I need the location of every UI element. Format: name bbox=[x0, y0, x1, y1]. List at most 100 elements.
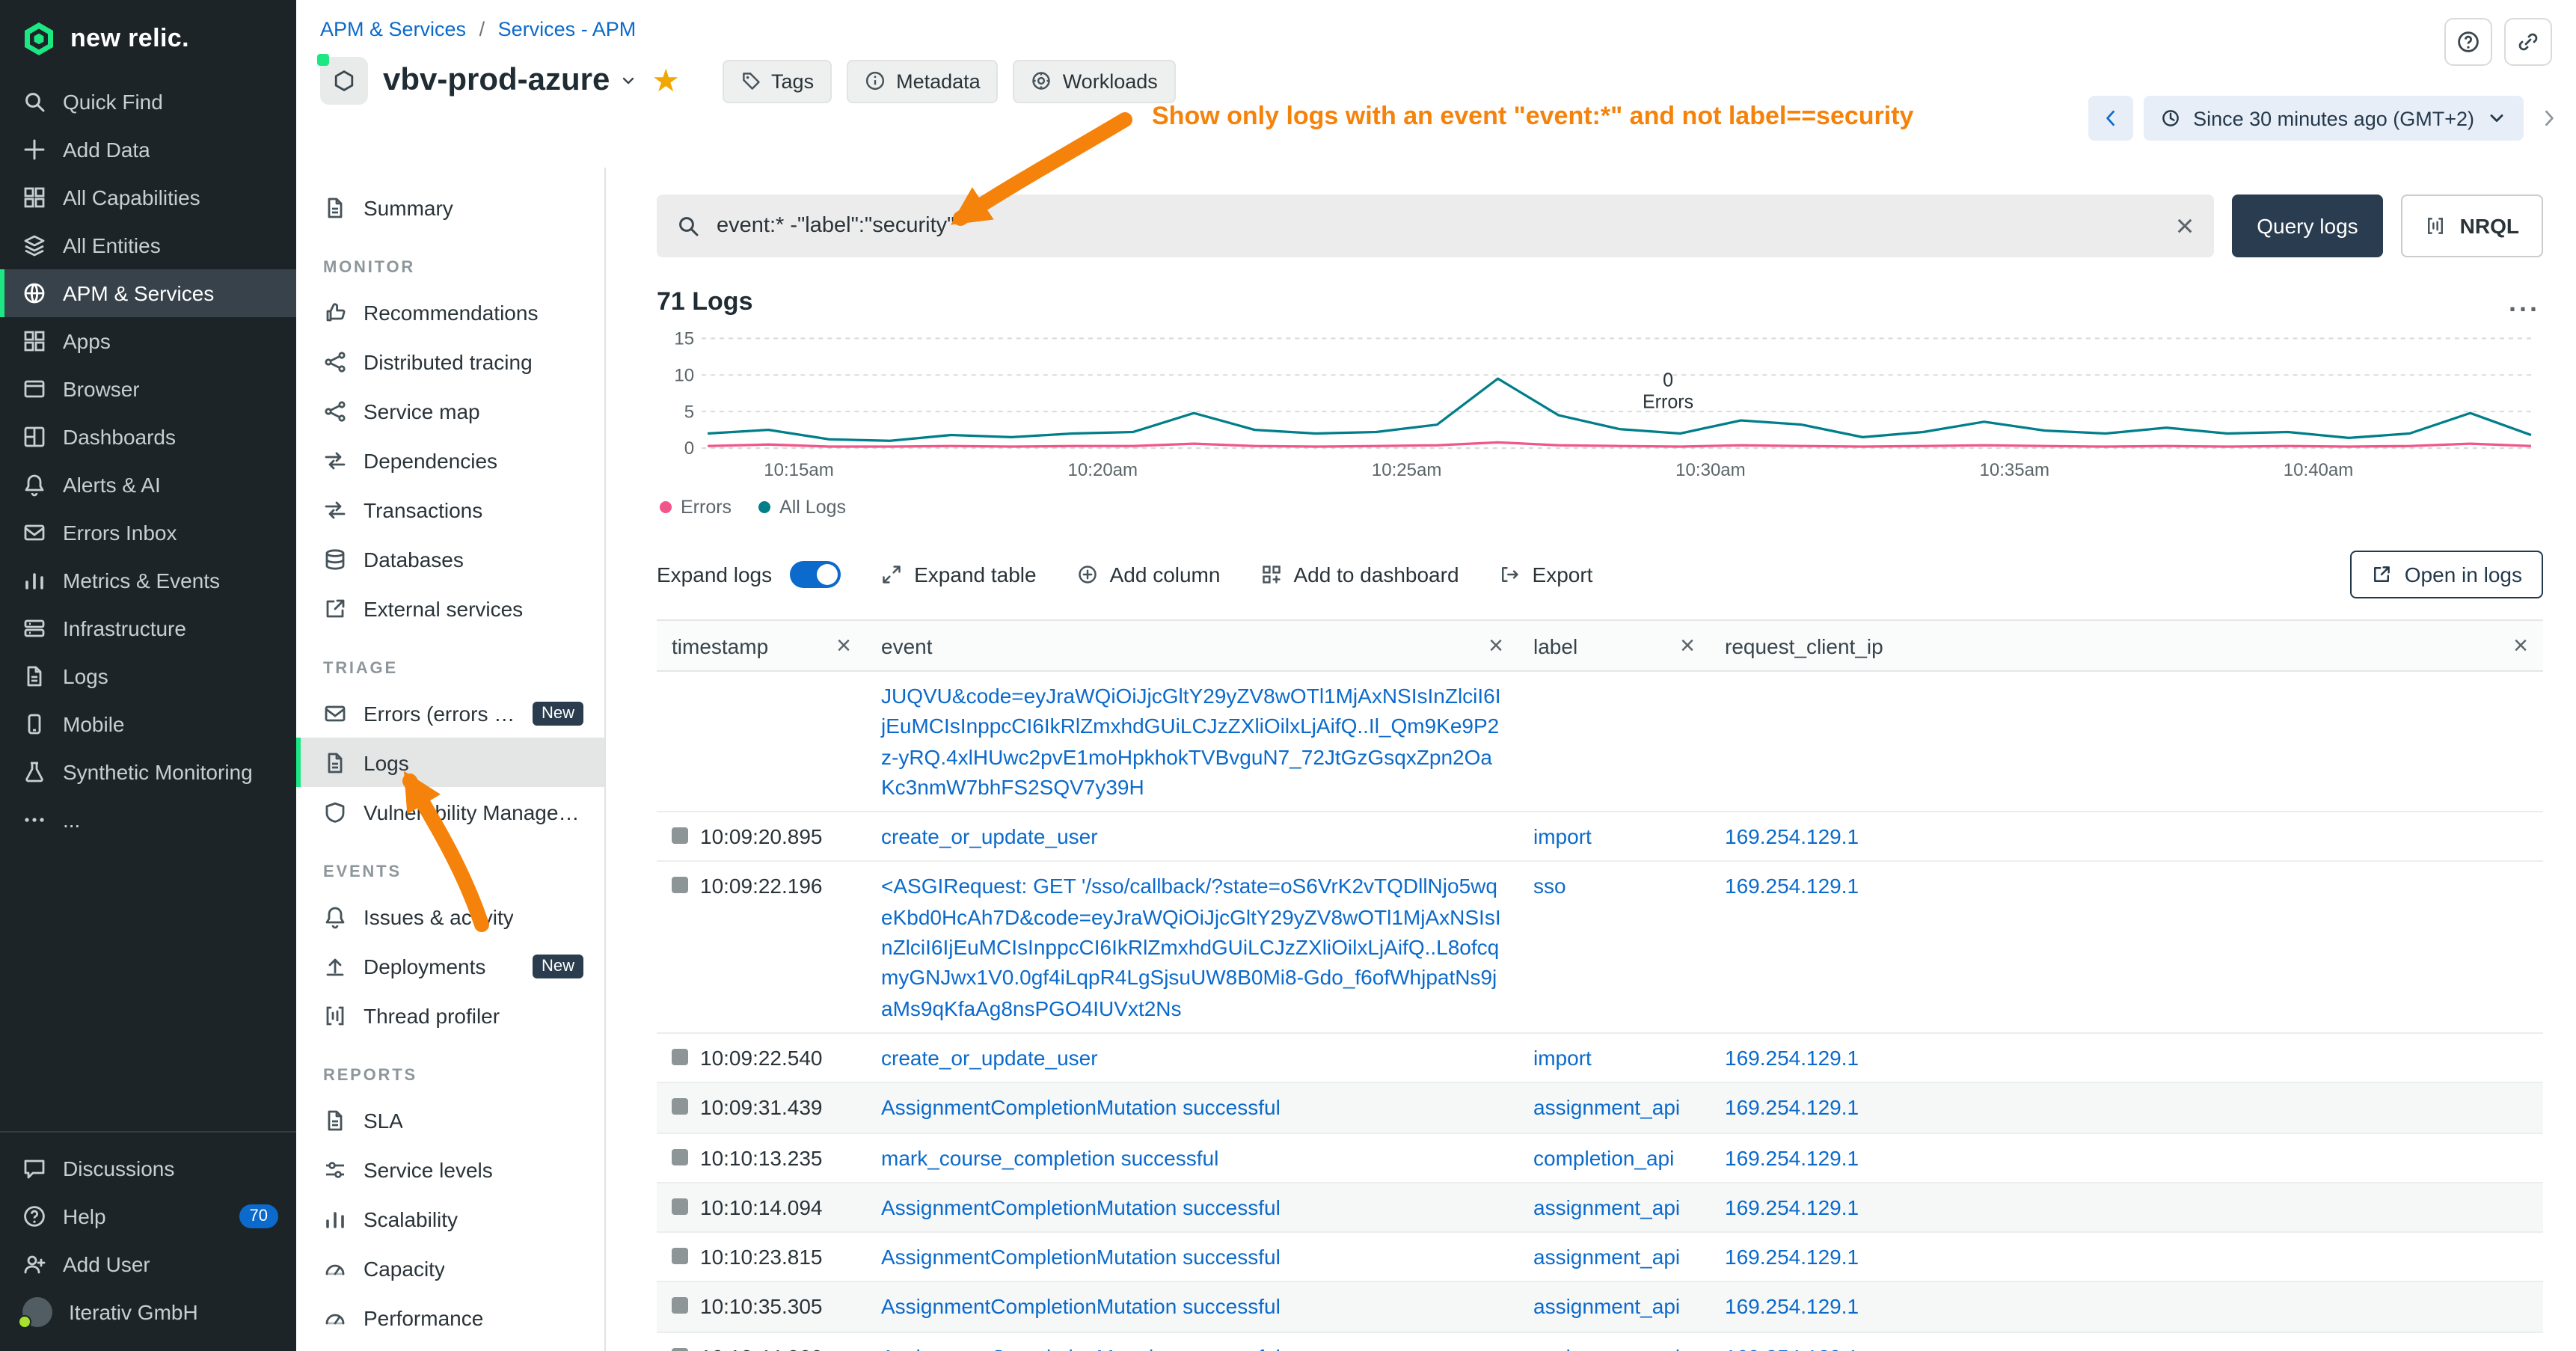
log-query-input[interactable]: event:* -"label":"security" × bbox=[657, 194, 2213, 257]
clear-query-icon[interactable]: × bbox=[2176, 210, 2195, 242]
label-link[interactable]: import bbox=[1533, 1046, 1592, 1070]
row-marker-icon[interactable] bbox=[672, 1198, 688, 1215]
remove-column-icon[interactable]: × bbox=[1488, 633, 1503, 658]
time-range-button[interactable]: Since 30 minutes ago (GMT+2) bbox=[2144, 96, 2524, 141]
label-link[interactable]: import bbox=[1533, 824, 1592, 848]
ip-link[interactable]: 169.254.129.1 bbox=[1725, 874, 1859, 898]
event-link[interactable]: JUQVU&code=eyJraWQiOiJjcGltY29yZV8wOTl1M… bbox=[881, 684, 1501, 799]
table-row[interactable]: 10:09:20.895create_or_update_userimport1… bbox=[657, 812, 2543, 863]
sidebar-item-thread-profiler[interactable]: Thread profiler bbox=[296, 990, 604, 1040]
home-logo[interactable]: new relic. bbox=[0, 0, 296, 78]
sidebar-item-dependencies[interactable]: Dependencies bbox=[296, 435, 604, 485]
nav-item-all-entities[interactable]: All Entities bbox=[0, 221, 296, 269]
nav-item-errors-inbox[interactable]: Errors Inbox bbox=[0, 509, 296, 557]
label-link[interactable]: assignment_api bbox=[1533, 1096, 1680, 1120]
row-marker-icon[interactable] bbox=[672, 877, 688, 894]
table-row[interactable]: 10:09:22.196<ASGIRequest: GET '/sso/call… bbox=[657, 863, 2543, 1034]
nav-item-add-user[interactable]: Add User bbox=[0, 1240, 296, 1288]
row-marker-icon[interactable] bbox=[672, 1049, 688, 1065]
help-circle-button[interactable] bbox=[2444, 18, 2492, 66]
tags-button[interactable]: Tags bbox=[722, 59, 832, 102]
event-link[interactable]: AssignmentCompletionMutation successful bbox=[881, 1096, 1281, 1120]
table-row[interactable]: 10:10:44.066AssignmentCompletionMutation… bbox=[657, 1333, 2543, 1351]
entity-switcher-chevron-icon[interactable] bbox=[619, 72, 637, 90]
time-forward-button[interactable] bbox=[2534, 96, 2564, 141]
time-back-button[interactable] bbox=[2088, 96, 2133, 141]
remove-column-icon[interactable]: × bbox=[2513, 633, 2528, 658]
legend-item-errors[interactable]: Errors bbox=[660, 497, 732, 518]
add-to-dashboard-button[interactable]: Add to dashboard bbox=[1260, 563, 1459, 586]
nav-item-alerts-ai[interactable]: Alerts & AI bbox=[0, 461, 296, 509]
sidebar-item-deployments[interactable]: DeploymentsNew bbox=[296, 941, 604, 990]
nav-item-discussions[interactable]: Discussions bbox=[0, 1145, 296, 1192]
favorite-star-icon[interactable]: ★ bbox=[651, 65, 680, 96]
row-marker-icon[interactable] bbox=[672, 1348, 688, 1351]
metadata-button[interactable]: Metadata bbox=[847, 59, 999, 102]
query-logs-button[interactable]: Query logs bbox=[2231, 194, 2383, 257]
open-in-logs-button[interactable]: Open in logs bbox=[2351, 551, 2543, 598]
table-row[interactable]: 10:09:22.540create_or_update_userimport1… bbox=[657, 1034, 2543, 1084]
table-row[interactable]: JUQVU&code=eyJraWQiOiJjcGltY29yZV8wOTl1M… bbox=[657, 672, 2543, 812]
label-link[interactable]: assignment_api bbox=[1533, 1345, 1680, 1351]
label-link[interactable]: sso bbox=[1533, 874, 1566, 898]
label-link[interactable]: assignment_api bbox=[1533, 1245, 1680, 1269]
nav-item-logs[interactable]: Logs bbox=[0, 652, 296, 700]
table-row[interactable]: 10:09:31.439AssignmentCompletionMutation… bbox=[657, 1084, 2543, 1134]
sidebar-item-databases[interactable]: Databases bbox=[296, 534, 604, 583]
nrql-button[interactable]: NRQL bbox=[2402, 194, 2543, 257]
table-row[interactable]: 10:10:23.815AssignmentCompletionMutation… bbox=[657, 1233, 2543, 1283]
sidebar-item-vulnerability-management[interactable]: Vulnerability Management bbox=[296, 787, 604, 836]
event-link[interactable]: create_or_update_user bbox=[881, 824, 1098, 848]
sidebar-item-capacity[interactable]: Capacity bbox=[296, 1243, 604, 1293]
ip-link[interactable]: 169.254.129.1 bbox=[1725, 1195, 1859, 1219]
expand-table-button[interactable]: Expand table bbox=[881, 563, 1036, 586]
ip-link[interactable]: 169.254.129.1 bbox=[1725, 824, 1859, 848]
ip-link[interactable]: 169.254.129.1 bbox=[1725, 1046, 1859, 1070]
breadcrumb-link-apm-services[interactable]: APM & Services bbox=[320, 18, 466, 40]
event-link[interactable]: mark_course_completion successful bbox=[881, 1145, 1218, 1169]
sidebar-item-sla[interactable]: SLA bbox=[296, 1095, 604, 1145]
add-column-button[interactable]: Add column bbox=[1077, 563, 1221, 586]
permalink-button[interactable] bbox=[2504, 18, 2552, 66]
sidebar-item-external-services[interactable]: External services bbox=[296, 583, 604, 633]
remove-column-icon[interactable]: × bbox=[1680, 633, 1695, 658]
ip-link[interactable]: 169.254.129.1 bbox=[1725, 1096, 1859, 1120]
sidebar-item-service-map[interactable]: Service map bbox=[296, 386, 604, 435]
nav-item-synthetic-monitoring[interactable]: Synthetic Monitoring bbox=[0, 748, 296, 796]
label-link[interactable]: assignment_api bbox=[1533, 1295, 1680, 1319]
export-button[interactable]: Export bbox=[1500, 563, 1593, 586]
legend-item-all-logs[interactable]: All Logs bbox=[758, 497, 846, 518]
nav-item-metrics-events[interactable]: Metrics & Events bbox=[0, 557, 296, 604]
event-link[interactable]: AssignmentCompletionMutation successful bbox=[881, 1345, 1281, 1351]
expand-logs-toggle[interactable] bbox=[790, 561, 841, 588]
more-options-icon[interactable]: ... bbox=[2509, 294, 2540, 310]
nav-item-all-capabilities[interactable]: All Capabilities bbox=[0, 174, 296, 221]
workloads-button[interactable]: Workloads bbox=[1013, 59, 1176, 102]
table-row[interactable]: 10:10:35.305AssignmentCompletionMutation… bbox=[657, 1283, 2543, 1333]
nav-item-mobile[interactable]: Mobile bbox=[0, 700, 296, 748]
sidebar-item-logs[interactable]: Logs bbox=[296, 738, 604, 787]
label-link[interactable]: completion_api bbox=[1533, 1145, 1674, 1169]
label-link[interactable]: assignment_api bbox=[1533, 1195, 1680, 1219]
event-link[interactable]: AssignmentCompletionMutation successful bbox=[881, 1245, 1281, 1269]
table-row[interactable]: 10:10:14.094AssignmentCompletionMutation… bbox=[657, 1183, 2543, 1234]
remove-column-icon[interactable]: × bbox=[836, 633, 851, 658]
row-marker-icon[interactable] bbox=[672, 1298, 688, 1314]
sidebar-item-scalability[interactable]: Scalability bbox=[296, 1194, 604, 1243]
nav-item-more[interactable]: ... bbox=[0, 796, 296, 844]
table-row[interactable]: 10:10:13.235mark_course_completion succe… bbox=[657, 1133, 2543, 1183]
nav-item-browser[interactable]: Browser bbox=[0, 365, 296, 413]
row-marker-icon[interactable] bbox=[672, 827, 688, 844]
nav-item-quick-find[interactable]: Quick Find bbox=[0, 78, 296, 126]
row-marker-icon[interactable] bbox=[672, 1148, 688, 1165]
nav-item-infrastructure[interactable]: Infrastructure bbox=[0, 604, 296, 652]
row-marker-icon[interactable] bbox=[672, 1248, 688, 1264]
ip-link[interactable]: 169.254.129.1 bbox=[1725, 1295, 1859, 1319]
sidebar-item-recommendations[interactable]: Recommendations bbox=[296, 287, 604, 337]
nav-item-account[interactable]: Iterativ GmbH bbox=[0, 1288, 296, 1336]
event-link[interactable]: <ASGIRequest: GET '/sso/callback/?state=… bbox=[881, 874, 1501, 1020]
event-link[interactable]: AssignmentCompletionMutation successful bbox=[881, 1295, 1281, 1319]
sidebar-item-distributed-tracing[interactable]: Distributed tracing bbox=[296, 337, 604, 386]
sidebar-item-transactions[interactable]: Transactions bbox=[296, 485, 604, 534]
breadcrumb-link-services-apm[interactable]: Services - APM bbox=[498, 18, 637, 40]
